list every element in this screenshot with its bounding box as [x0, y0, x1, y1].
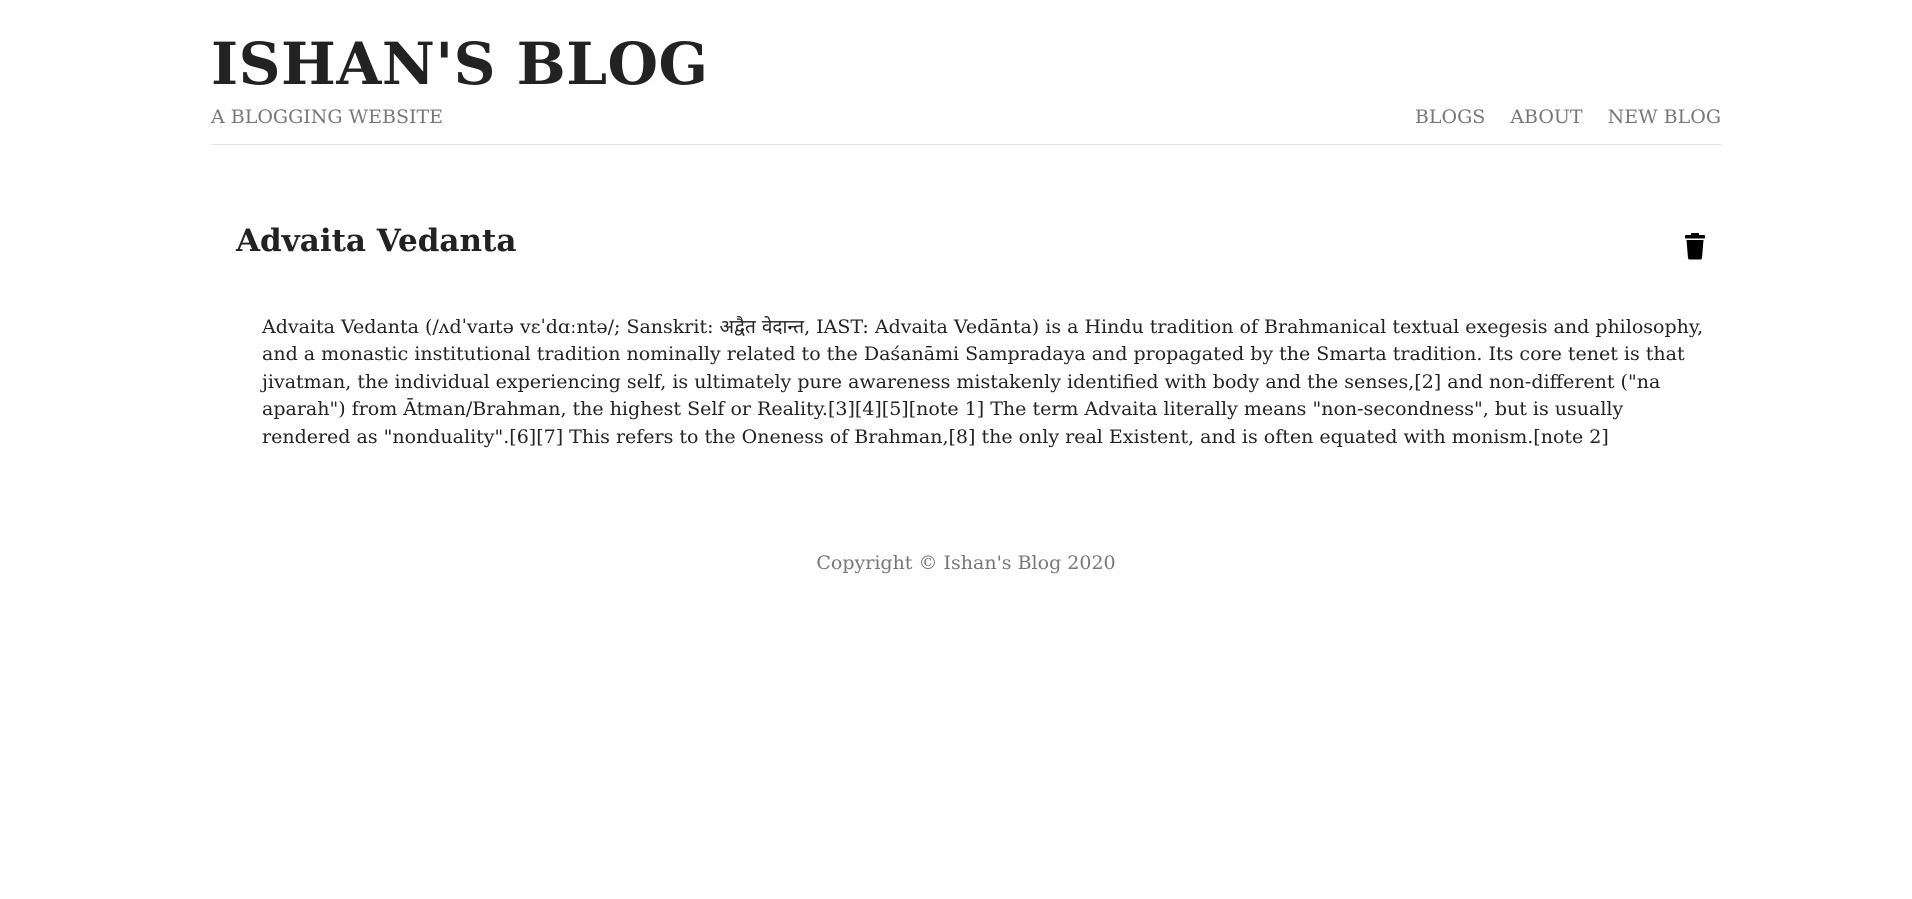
site-header: ISHAN'S BLOG A BLOGGING WEBSITE BLOGS AB…: [211, 0, 1721, 145]
post-title: Advaita Vedanta: [236, 223, 517, 259]
site-title[interactable]: ISHAN'S BLOG: [211, 28, 709, 100]
page: ISHAN'S BLOG A BLOGGING WEBSITE BLOGS AB…: [0, 0, 1912, 899]
nav-link-blogs[interactable]: BLOGS: [1415, 104, 1485, 130]
delete-post-button[interactable]: [1684, 232, 1706, 260]
main-nav: BLOGS ABOUT NEW BLOG: [1415, 104, 1721, 130]
trash-icon: [1685, 233, 1705, 260]
post-body: Advaita Vedanta (/ʌdˈvaɪtə vɛˈdɑːntə/; S…: [262, 316, 1704, 448]
footer-copyright: Copyright © Ishan's Blog 2020: [816, 552, 1116, 574]
nav-link-about[interactable]: ABOUT: [1510, 104, 1582, 130]
site-tagline: A BLOGGING WEBSITE: [211, 106, 444, 128]
nav-link-new-blog[interactable]: NEW BLOG: [1608, 104, 1721, 130]
